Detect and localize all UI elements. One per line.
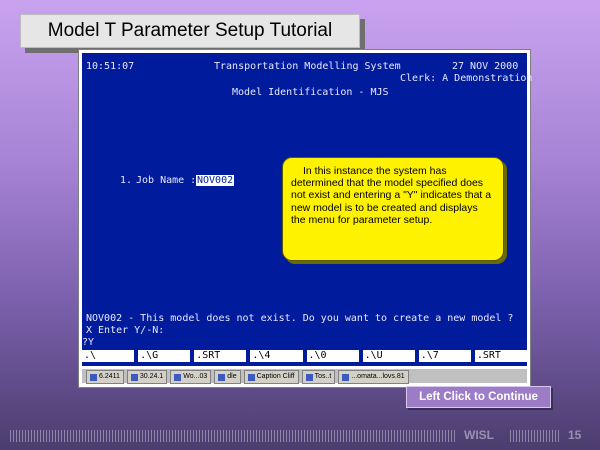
function-key[interactable]: .\G: [138, 350, 191, 362]
terminal-message: NOV002 - This model does not exist. Do y…: [86, 313, 514, 324]
app-icon: [342, 373, 350, 381]
terminal-time: 10:51:07: [86, 61, 135, 72]
taskbar-button[interactable]: dle: [214, 370, 241, 384]
function-key[interactable]: .SRT: [194, 350, 247, 362]
function-key-row: .\ .\G .SRT .\4 .\0 .\U .\7 .SRT: [82, 350, 527, 362]
footer-label: WISL: [464, 428, 494, 442]
terminal-date: 27 NOV 2000: [452, 61, 519, 72]
function-key[interactable]: .\U: [362, 350, 415, 362]
footer-decoration: [510, 430, 560, 442]
app-icon: [90, 373, 97, 381]
taskbar-button[interactable]: Tos..t: [301, 370, 336, 384]
taskbar-button[interactable]: Wo...03: [170, 370, 212, 384]
app-icon: [218, 373, 226, 381]
job-name-label: Job Name :: [136, 175, 197, 186]
terminal-prompt: X Enter Y/-N:: [86, 325, 165, 336]
taskbar-button[interactable]: ...omata...lovs.81: [338, 370, 409, 384]
taskbar-button[interactable]: 30.24.1: [126, 370, 168, 384]
function-key[interactable]: .\7: [418, 350, 471, 362]
app-icon: [130, 373, 138, 381]
terminal-screen-title: Model Identification - MJS: [232, 87, 389, 98]
function-key[interactable]: .\4: [250, 350, 303, 362]
slide-title: Model T Parameter Setup Tutorial: [20, 14, 360, 48]
explanation-callout: In this instance the system has determin…: [282, 157, 504, 261]
windows-taskbar: 6.2411 30.24.1 Wo...03 dle Caption Cliff…: [82, 368, 527, 384]
app-icon: [174, 373, 182, 381]
function-key[interactable]: .\: [82, 350, 135, 362]
function-key[interactable]: .\0: [306, 350, 359, 362]
terminal-system-name: Transportation Modelling System: [214, 61, 401, 72]
function-key[interactable]: .SRT: [474, 350, 527, 362]
taskbar-button[interactable]: 6.2411: [86, 370, 124, 384]
terminal-screen: 10:51:07 Transportation Modelling System…: [82, 53, 532, 366]
continue-button[interactable]: Left Click to Continue: [406, 386, 551, 408]
page-number: 15: [568, 428, 582, 442]
app-icon: [247, 373, 255, 381]
job-name-field[interactable]: NOV002: [196, 175, 235, 186]
taskbar-button[interactable]: Caption Cliff: [243, 370, 299, 384]
terminal-screenshot: 10:51:07 Transportation Modelling System…: [78, 49, 532, 388]
job-number: 1.: [120, 175, 133, 186]
terminal-input[interactable]: ?Y: [82, 337, 94, 348]
terminal-clerk: Clerk: A Demonstration: [400, 73, 533, 84]
app-icon: [305, 373, 313, 381]
footer-decoration: [10, 430, 455, 442]
